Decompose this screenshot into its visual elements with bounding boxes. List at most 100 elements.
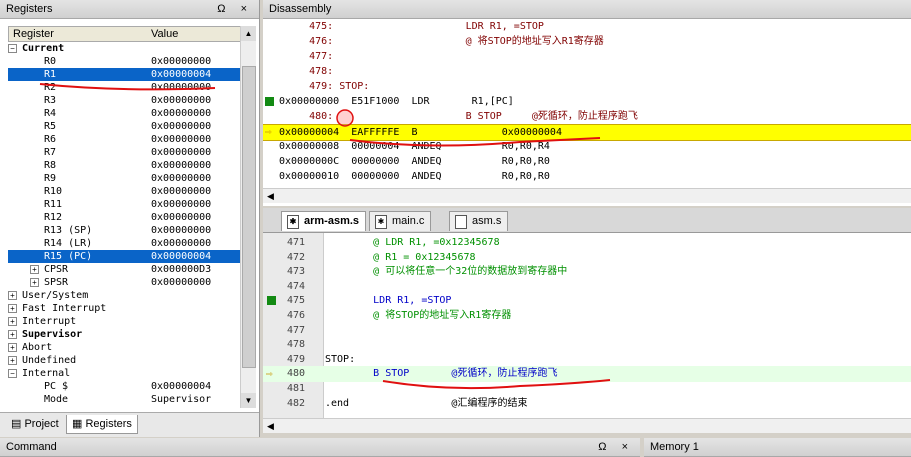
register-row[interactable]: R11 0x00000000 (8, 198, 240, 211)
register-value[interactable]: 0x00000000 (151, 237, 211, 250)
register-row[interactable]: R9 0x00000000 (8, 172, 240, 185)
register-row[interactable]: + Fast Interrupt (8, 302, 240, 315)
code-line[interactable]: 475 LDR R1, =STOP (263, 293, 911, 309)
command-pin-close-icon[interactable]: Ω × (598, 438, 634, 456)
scroll-left-icon[interactable]: ◀ (267, 419, 274, 433)
scroll-down-icon[interactable]: ▼ (241, 393, 256, 408)
register-row[interactable]: R1 0x00000004 (8, 68, 240, 81)
register-value[interactable]: 0x00000004 (151, 380, 211, 393)
register-row[interactable]: R5 0x00000000 (8, 120, 240, 133)
editor-hscrollbar[interactable]: ◀ (263, 418, 911, 433)
register-row[interactable]: Mode Supervisor (8, 393, 240, 406)
tab-project[interactable]: ▤ Project (6, 415, 64, 433)
register-row[interactable]: + CPSR 0x000000D3 (8, 263, 240, 276)
register-value[interactable]: 0x00000004 (151, 250, 211, 263)
scroll-thumb[interactable] (242, 66, 256, 368)
register-row[interactable]: − Current (8, 42, 240, 55)
code-line[interactable]: 479 STOP: (263, 352, 911, 368)
register-value[interactable]: 0x00000004 (151, 68, 211, 81)
code-line[interactable]: 481 (263, 381, 911, 397)
code-line[interactable]: 471 @ LDR R1, =0x12345678 (263, 235, 911, 251)
scroll-left-icon[interactable]: ◀ (267, 189, 274, 203)
register-row[interactable]: R3 0x00000000 (8, 94, 240, 107)
register-value[interactable]: 0x00000000 (151, 120, 211, 133)
register-row[interactable]: R2 0x00000000 (8, 81, 240, 94)
source-editor[interactable]: 471 @ LDR R1, =0x12345678 472 @ R1 = 0x12… (263, 233, 911, 418)
registers-scrollbar[interactable]: ▲ ▼ (240, 26, 256, 408)
register-value[interactable]: 0x00000000 (151, 55, 211, 68)
col-register-header[interactable]: Register (13, 27, 54, 41)
register-row[interactable]: + Undefined (8, 354, 240, 367)
register-value[interactable]: 0x00000000 (151, 94, 211, 107)
breakpoint-icon[interactable] (265, 97, 274, 106)
scroll-up-icon[interactable]: ▲ (241, 26, 256, 41)
register-row[interactable]: R15 (PC) 0x00000004 (8, 250, 240, 263)
register-row[interactable]: − Internal (8, 367, 240, 380)
register-row[interactable]: R14 (LR) 0x00000000 (8, 237, 240, 250)
disassembly-line[interactable]: 0x0000000C 00000000 ANDEQ R0,R0,R0 (263, 154, 911, 169)
tab-asm-s[interactable]: asm.s (449, 211, 509, 231)
disassembly-line[interactable]: 478: (263, 64, 911, 79)
register-row[interactable]: R8 0x00000000 (8, 159, 240, 172)
disassembly-line[interactable]: 477: (263, 49, 911, 64)
code-line[interactable]: 474 (263, 279, 911, 295)
register-row[interactable]: + Abort (8, 341, 240, 354)
register-row[interactable]: + Interrupt (8, 315, 240, 328)
register-row[interactable]: + Supervisor (8, 328, 240, 341)
register-row[interactable]: R0 0x00000000 (8, 55, 240, 68)
code-line[interactable]: 472 @ R1 = 0x12345678 (263, 250, 911, 266)
register-row[interactable]: + SPSR 0x00000000 (8, 276, 240, 289)
disassembly-line[interactable]: 480: B STOP @死循环，防止程序跑飞 (263, 109, 911, 124)
registers-pin-close-icon[interactable]: Ω × (217, 0, 253, 18)
register-row[interactable]: R6 0x00000000 (8, 133, 240, 146)
expand-icon[interactable]: + (8, 291, 17, 300)
disassembly-line[interactable]: 475: LDR R1, =STOP (263, 19, 911, 34)
register-value[interactable]: Supervisor (151, 393, 211, 406)
register-value[interactable]: 0x00000000 (151, 159, 211, 172)
register-value[interactable]: 0x00000000 (151, 211, 211, 224)
disassembly-hscrollbar[interactable]: ◀ (263, 188, 911, 203)
register-value[interactable]: 0x00000000 (151, 107, 211, 120)
register-row[interactable]: R13 (SP) 0x00000000 (8, 224, 240, 237)
register-row[interactable]: R12 0x00000000 (8, 211, 240, 224)
expand-icon[interactable]: + (30, 265, 39, 274)
collapse-icon[interactable]: − (8, 44, 17, 53)
register-value[interactable]: 0x00000000 (151, 198, 211, 211)
col-value-header[interactable]: Value (151, 27, 178, 41)
code-line[interactable]: 473 @ 可以将任意一个32位的数据放到寄存器中 (263, 264, 911, 280)
disassembly-line[interactable]: 479: STOP: (263, 79, 911, 94)
code-line[interactable]: 478 (263, 337, 911, 353)
disassembly-line[interactable]: 476: @ 将STOP的地址写入R1寄存器 (263, 34, 911, 49)
code-line[interactable]: ⇨ 480 B STOP @死循环，防止程序跑飞 (263, 366, 911, 383)
register-value[interactable]: 0x00000000 (151, 146, 211, 159)
register-value[interactable]: 0x00000000 (151, 172, 211, 185)
register-value[interactable]: 0x00000000 (151, 81, 211, 94)
register-row[interactable]: PC $ 0x00000004 (8, 380, 240, 393)
disassembly-line[interactable]: 0x00000008 00000004 ANDEQ R0,R0,R4 (263, 139, 911, 154)
register-row[interactable]: R4 0x00000000 (8, 107, 240, 120)
expand-icon[interactable]: + (8, 356, 17, 365)
expand-icon[interactable]: + (8, 343, 17, 352)
code-line[interactable]: 477 (263, 323, 911, 339)
register-value[interactable]: 0x00000000 (151, 133, 211, 146)
tab-registers[interactable]: ▦ Registers (66, 415, 138, 434)
tab-main-c[interactable]: ✱ main.c (369, 211, 432, 231)
code-line[interactable]: 476 @ 将STOP的地址写入R1寄存器 (263, 308, 911, 324)
register-value[interactable]: 0x00000000 (151, 276, 211, 289)
code-line[interactable]: 482 .end @汇编程序的结束 (263, 396, 911, 412)
expand-icon[interactable]: + (8, 330, 17, 339)
register-value[interactable]: 0x000000D3 (151, 263, 211, 276)
expand-icon[interactable]: + (8, 304, 17, 313)
register-value[interactable]: 0x00000000 (151, 185, 211, 198)
disassembly-line[interactable]: 0x00000000 E51F1000 LDR R1,[PC] (263, 94, 911, 109)
register-value[interactable]: 0x00000000 (151, 224, 211, 237)
register-row[interactable]: R10 0x00000000 (8, 185, 240, 198)
register-row[interactable]: R7 0x00000000 (8, 146, 240, 159)
expand-icon[interactable]: + (30, 278, 39, 287)
breakpoint-icon[interactable] (267, 296, 276, 306)
tab-arm-asm-s[interactable]: ✱ arm-asm.s (281, 211, 367, 231)
disassembly-line[interactable]: 0x00000010 00000000 ANDEQ R0,R0,R0 (263, 169, 911, 184)
register-row[interactable]: + User/System (8, 289, 240, 302)
collapse-icon[interactable]: − (8, 369, 17, 378)
expand-icon[interactable]: + (8, 317, 17, 326)
